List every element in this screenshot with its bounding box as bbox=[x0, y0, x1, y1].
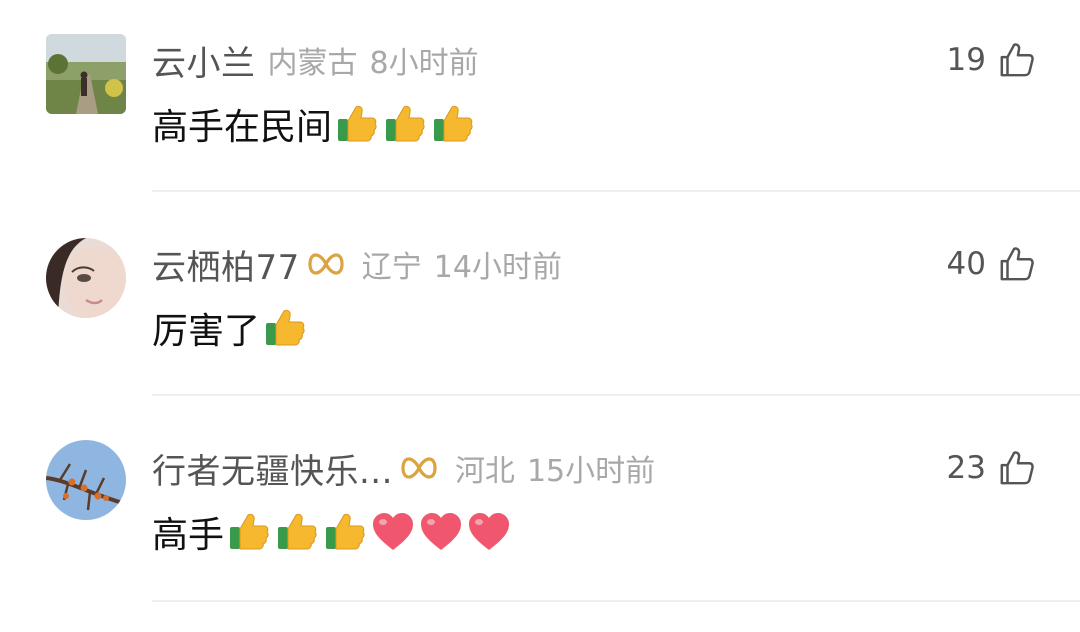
comment-content: 厉害了 bbox=[152, 302, 308, 354]
timestamp: 14小时前 bbox=[433, 250, 562, 285]
username[interactable]: 云小兰 bbox=[152, 36, 256, 85]
thumbs-up-emoji-icon bbox=[274, 509, 320, 555]
like-count: 23 bbox=[946, 450, 986, 486]
vip-infinity-icon[interactable] bbox=[306, 248, 346, 280]
comment-text: 高手在民间 bbox=[152, 107, 333, 148]
avatar-landscape-image bbox=[46, 34, 126, 114]
thumbs-up-emoji-icon bbox=[322, 509, 368, 555]
comment-meta: 云栖柏77 辽宁 14小时前 bbox=[152, 240, 562, 288]
location: 辽宁 bbox=[361, 250, 422, 285]
thumbs-up-outline-icon[interactable] bbox=[998, 245, 1036, 283]
thumbs-up-outline-icon[interactable] bbox=[998, 41, 1036, 79]
like-count: 40 bbox=[946, 246, 986, 282]
heart-emoji-icon bbox=[370, 509, 416, 555]
comment-text: 高手 bbox=[152, 515, 225, 556]
thumbs-up-outline-icon[interactable] bbox=[998, 449, 1036, 487]
comment-content: 高手在民间 bbox=[152, 98, 476, 150]
thumbs-up-emoji-icon bbox=[382, 101, 428, 147]
avatar[interactable] bbox=[46, 34, 126, 114]
comment-meta: 行者无疆快乐... 河北 15小时前 bbox=[152, 444, 655, 492]
vip-infinity-icon[interactable] bbox=[399, 452, 439, 484]
comment-content: 高手 bbox=[152, 506, 512, 558]
heart-emoji-icon bbox=[466, 509, 512, 555]
divider bbox=[152, 600, 1080, 602]
location: 河北 bbox=[454, 454, 515, 489]
thumbs-up-emoji-icon bbox=[226, 509, 272, 555]
timestamp: 8小时前 bbox=[369, 46, 479, 81]
comment-text: 厉害了 bbox=[152, 311, 261, 352]
comment-meta: 云小兰 内蒙古 8小时前 bbox=[152, 36, 479, 84]
avatar[interactable] bbox=[46, 440, 126, 520]
avatar-branch-image bbox=[46, 440, 126, 520]
divider bbox=[152, 394, 1080, 396]
timestamp: 15小时前 bbox=[526, 454, 656, 489]
username[interactable]: 云栖柏77 bbox=[152, 240, 300, 289]
avatar[interactable] bbox=[46, 238, 126, 318]
thumbs-up-emoji-icon bbox=[262, 305, 308, 351]
like-button[interactable]: 19 bbox=[947, 36, 1036, 84]
avatar-portrait-image bbox=[46, 238, 126, 318]
thumbs-up-emoji-icon bbox=[334, 101, 380, 147]
like-button[interactable]: 40 bbox=[947, 240, 1036, 288]
like-button[interactable]: 23 bbox=[947, 444, 1036, 492]
like-count: 19 bbox=[946, 42, 986, 78]
divider bbox=[152, 190, 1080, 192]
heart-emoji-icon bbox=[418, 509, 464, 555]
location: 内蒙古 bbox=[267, 46, 358, 81]
username[interactable]: 行者无疆快乐... bbox=[152, 444, 393, 493]
thumbs-up-emoji-icon bbox=[430, 101, 476, 147]
